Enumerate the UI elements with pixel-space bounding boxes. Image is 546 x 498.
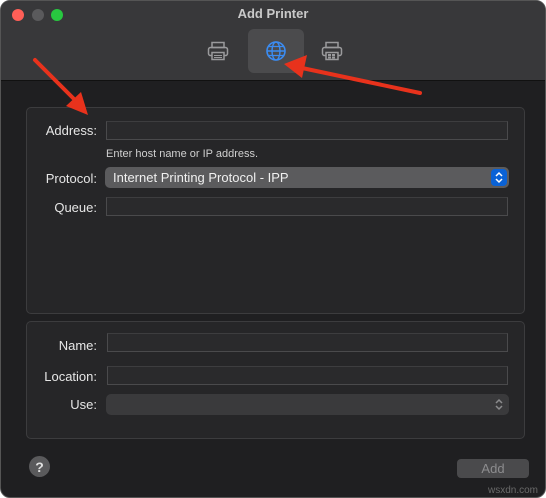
window-title: Add Printer xyxy=(237,6,309,21)
printer-icon xyxy=(207,41,229,61)
toolbar-default-button[interactable] xyxy=(190,29,246,73)
location-label: Location: xyxy=(44,369,97,384)
windows-printer-icon xyxy=(321,41,343,61)
name-field[interactable] xyxy=(107,333,508,352)
location-field[interactable] xyxy=(107,366,508,385)
queue-label: Queue: xyxy=(54,200,97,215)
add-button[interactable]: Add xyxy=(457,459,529,478)
watermark: wsxdn.com xyxy=(487,485,538,496)
toolbar-windows-button[interactable] xyxy=(304,29,360,73)
use-label: Use: xyxy=(70,397,97,412)
updown-chevron-icon xyxy=(491,396,507,413)
address-label: Address: xyxy=(45,123,97,138)
queue-field[interactable] xyxy=(106,197,508,216)
protocol-value: Internet Printing Protocol - IPP xyxy=(113,170,289,185)
add-printer-window: Add Printer Address: Enter host name or … xyxy=(0,0,546,498)
address-hint: Enter host name or IP address. xyxy=(106,148,259,160)
globe-icon xyxy=(266,41,286,61)
protocol-label: Protocol: xyxy=(45,171,97,186)
toolbar-ip-button[interactable] xyxy=(248,29,304,73)
address-field[interactable] xyxy=(106,121,508,140)
titlebar: Add Printer xyxy=(1,1,545,81)
name-label: Name: xyxy=(58,338,97,353)
use-popup[interactable] xyxy=(106,394,509,415)
protocol-popup[interactable]: Internet Printing Protocol - IPP xyxy=(105,167,509,188)
help-button[interactable]: ? xyxy=(29,456,50,477)
updown-chevron-icon xyxy=(491,169,507,186)
